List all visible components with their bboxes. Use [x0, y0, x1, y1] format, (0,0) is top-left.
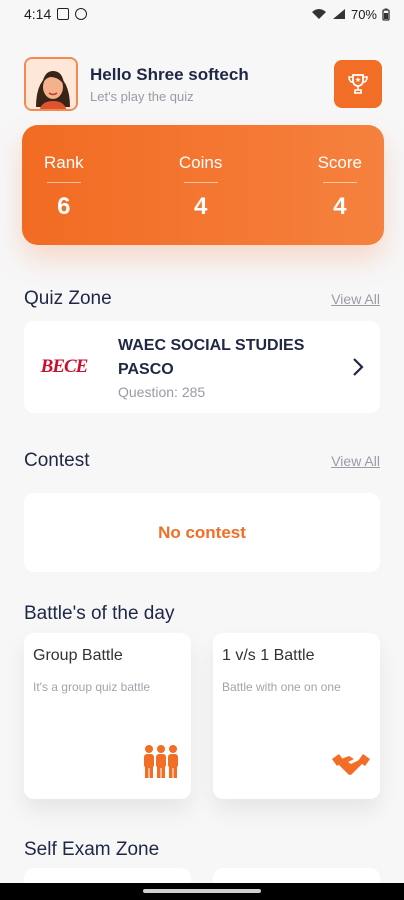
contest-view-all-link[interactable]: View All — [331, 453, 380, 469]
quiz-zone-view-all-link[interactable]: View All — [331, 291, 380, 307]
signal-icon — [332, 9, 345, 19]
chevron-right-icon — [353, 358, 364, 376]
wifi-icon — [311, 9, 326, 19]
stat-value: 4 — [333, 193, 347, 220]
gallery-icon — [57, 8, 70, 20]
battery-percent: 70% — [350, 6, 377, 22]
trophy-icon — [348, 74, 368, 94]
self-exam-header: Self Exam Zone — [24, 839, 380, 861]
stat-value: 6 — [57, 193, 71, 220]
no-contest-text: No contest — [158, 522, 246, 542]
battles-header: Battle's of the day — [24, 603, 380, 625]
contest-title: Contest — [24, 450, 90, 471]
contest-header: Contest View All — [24, 450, 380, 472]
globe-icon — [75, 8, 88, 20]
status-time: 4:14 — [24, 6, 52, 22]
group-icon — [144, 745, 178, 778]
avatar-image — [26, 59, 76, 109]
stat-divider — [183, 182, 218, 183]
greeting-subtitle: Let's play the quiz — [90, 88, 194, 104]
home-gesture-handle[interactable] — [143, 889, 261, 893]
stat-divider — [46, 182, 81, 183]
status-bar: 4:14 70% — [0, 0, 404, 28]
battle-title: 1 v/s 1 Battle — [222, 647, 315, 664]
avatar[interactable] — [24, 57, 78, 111]
quiz-category-logo: BECE — [40, 356, 89, 377]
stats-card: Rank 6 Coins 4 Score 4 — [22, 125, 384, 245]
battles-title: Battle's of the day — [24, 603, 175, 624]
battle-title: Group Battle — [33, 647, 123, 664]
stat-label: Rank — [44, 153, 84, 172]
stat-label: Coins — [178, 153, 223, 172]
stat-divider — [322, 182, 357, 183]
quiz-item-question-count: Question: 285 — [118, 384, 206, 400]
leaderboard-button[interactable] — [334, 60, 382, 108]
system-navigation-bar — [0, 883, 404, 900]
one-vs-one-battle-card[interactable]: 1 v/s 1 Battle Battle with one on one — [213, 633, 380, 799]
quiz-item-title: WAEC SOCIAL STUDIES PASCO — [118, 337, 305, 378]
battle-subtitle: Battle with one on one — [222, 680, 341, 694]
stat-score: Score 4 — [318, 125, 362, 245]
self-exam-title: Self Exam Zone — [24, 839, 160, 860]
stat-value: 4 — [193, 193, 208, 220]
stat-label: Score — [317, 153, 362, 172]
stat-rank: Rank 6 — [44, 125, 84, 245]
greeting-header: Hello Shree softech Let's play the quiz — [24, 57, 382, 111]
group-battle-card[interactable]: Group Battle It's a group quiz battle — [24, 633, 191, 799]
greeting-title: Hello Shree softech — [90, 64, 249, 84]
contest-card: No contest — [24, 493, 380, 572]
stat-coins: Coins 4 — [179, 125, 222, 245]
quiz-zone-title: Quiz Zone — [24, 288, 112, 309]
quiz-zone-header: Quiz Zone View All — [24, 288, 380, 310]
handshake-icon — [332, 754, 370, 775]
battery-icon — [382, 8, 390, 21]
quiz-zone-item[interactable]: BECE WAEC SOCIAL STUDIES PASCO Question:… — [24, 321, 380, 413]
battle-subtitle: It's a group quiz battle — [33, 680, 151, 694]
